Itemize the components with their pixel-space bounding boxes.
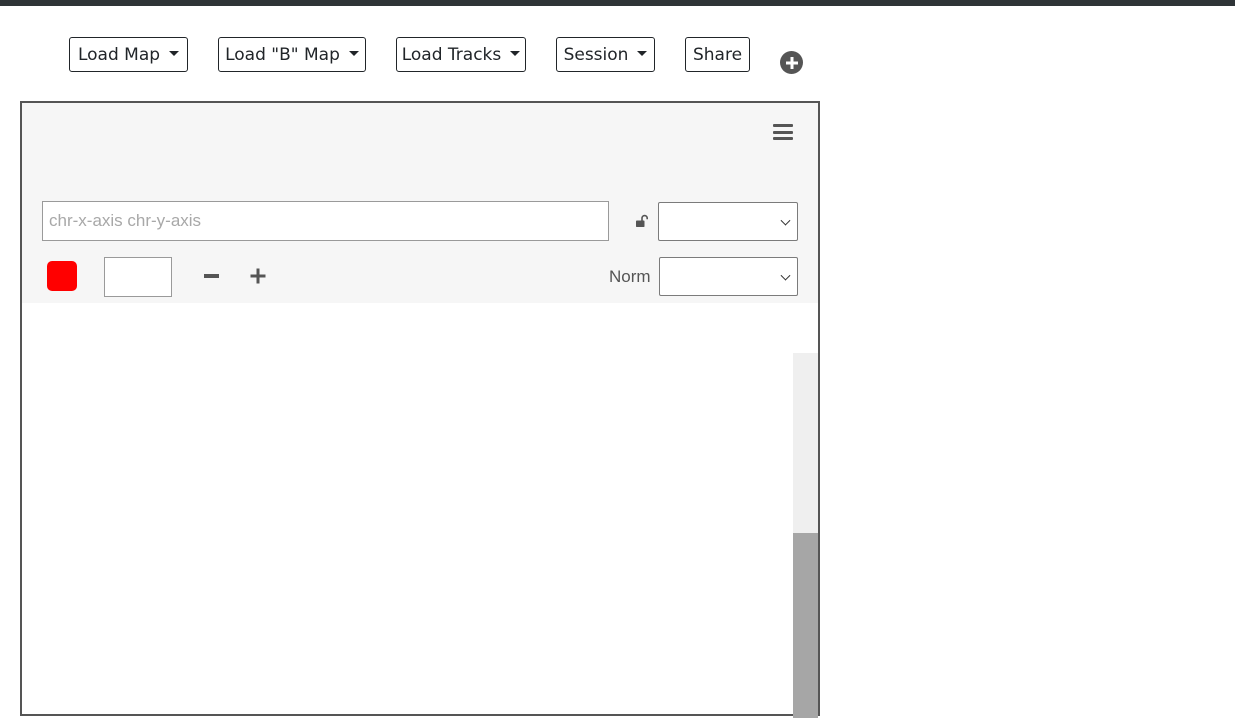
contact-map-panel: Norm bbox=[20, 101, 820, 718]
caret-down-icon bbox=[169, 51, 180, 56]
session-label: Session bbox=[563, 44, 629, 65]
resolution-select[interactable] bbox=[658, 202, 798, 241]
panel-header: Norm bbox=[22, 103, 818, 303]
normalization-select[interactable] bbox=[659, 257, 798, 296]
load-tracks-label: Load Tracks bbox=[401, 44, 502, 65]
hamburger-icon[interactable] bbox=[773, 124, 793, 140]
minus-icon[interactable] bbox=[204, 274, 219, 278]
chevron-down-icon bbox=[780, 215, 791, 226]
chevron-down-icon bbox=[780, 270, 791, 281]
top-bar bbox=[0, 0, 1235, 6]
caret-down-icon bbox=[510, 51, 521, 56]
plus-circle-icon[interactable] bbox=[780, 51, 803, 74]
color-swatch[interactable] bbox=[47, 261, 77, 291]
session-button[interactable]: Session bbox=[556, 37, 655, 72]
load-map-button[interactable]: Load Map bbox=[69, 37, 188, 72]
norm-label: Norm bbox=[609, 267, 651, 286]
unlock-icon[interactable] bbox=[635, 214, 649, 228]
share-label: Share bbox=[692, 44, 743, 65]
share-button[interactable]: Share bbox=[685, 37, 750, 72]
caret-down-icon bbox=[637, 51, 648, 56]
caret-down-icon bbox=[348, 51, 359, 56]
scrollbar-thumb[interactable] bbox=[793, 533, 818, 718]
load-map-label: Load Map bbox=[77, 44, 161, 65]
locus-search-input[interactable] bbox=[42, 201, 609, 241]
load-b-map-button[interactable]: Load "B" Map bbox=[218, 37, 366, 72]
load-tracks-button[interactable]: Load Tracks bbox=[396, 37, 526, 72]
color-value-input[interactable] bbox=[104, 257, 172, 297]
load-b-map-label: Load "B" Map bbox=[225, 44, 340, 65]
plus-icon[interactable] bbox=[250, 268, 265, 283]
